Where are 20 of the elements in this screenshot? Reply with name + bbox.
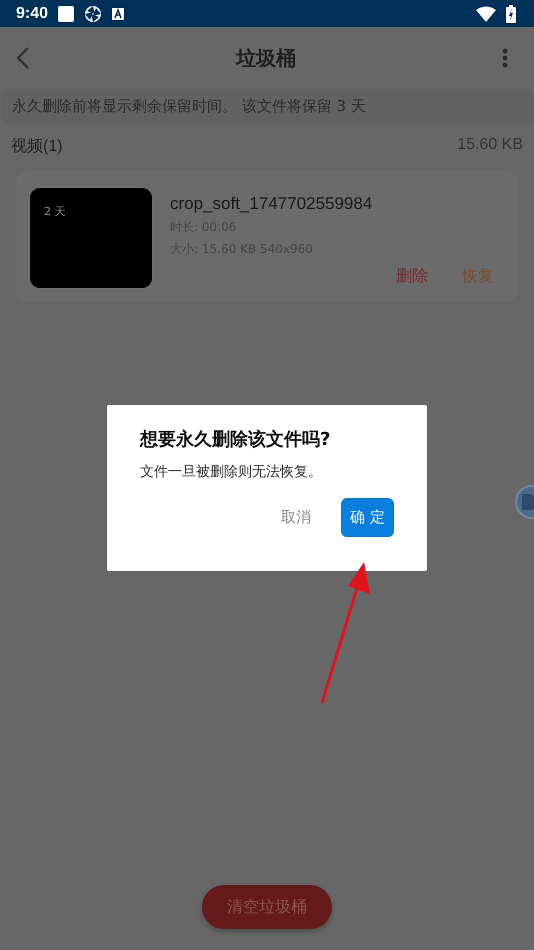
notification-icon <box>84 4 102 22</box>
delete-link[interactable]: 删除 <box>396 266 428 287</box>
empty-trash-button[interactable]: 清空垃圾桶 <box>202 885 332 929</box>
notification-icon <box>112 8 124 20</box>
days-left-label: 2 天 <box>44 204 66 219</box>
cancel-button[interactable]: 取消 <box>281 508 311 527</box>
confirm-button[interactable]: 确 定 <box>341 498 394 537</box>
section-label: 视频(1) <box>11 136 63 157</box>
page-title: 垃圾桶 <box>236 44 296 72</box>
status-time: 9:40 <box>16 4 48 22</box>
file-name: crop_soft_1747702559984 <box>170 194 374 214</box>
floating-play-icon[interactable] <box>514 484 534 520</box>
dialog-title: 想要永久删除该文件吗? <box>140 428 332 451</box>
back-icon[interactable] <box>16 47 30 69</box>
wifi-icon <box>476 6 496 22</box>
more-icon[interactable] <box>502 48 508 68</box>
dialog-message: 文件一旦被删除则无法恢复。 <box>140 463 323 481</box>
battery-icon <box>506 4 516 22</box>
retention-notice: 永久删除前将显示剩余保留时间。 该文件将保留 3 天 <box>2 89 534 124</box>
notification-icon <box>58 6 74 22</box>
